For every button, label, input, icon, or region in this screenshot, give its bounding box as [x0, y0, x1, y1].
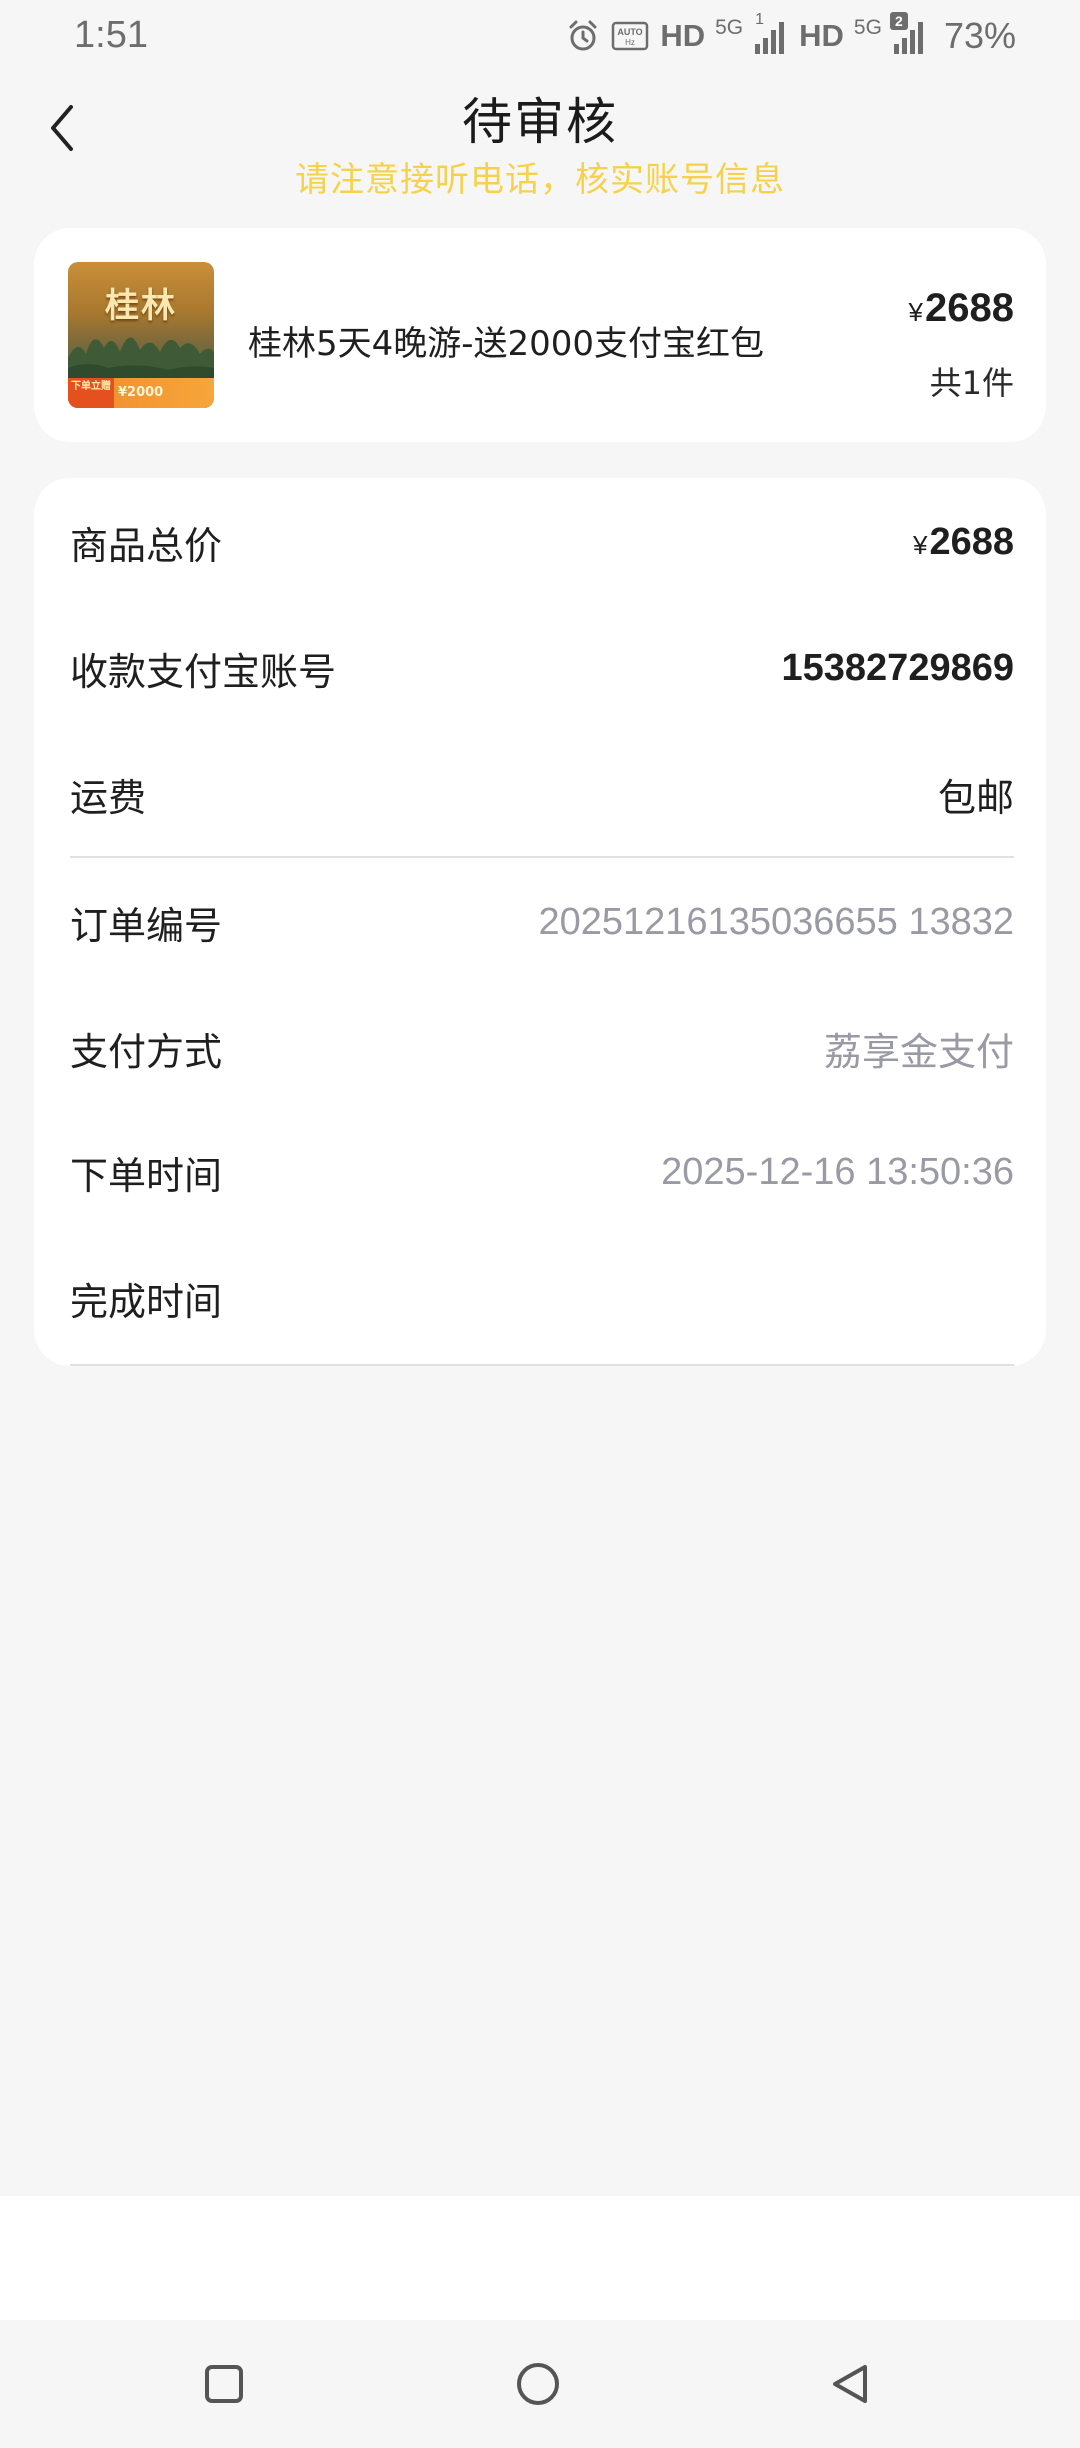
home-button[interactable]: [504, 2350, 572, 2418]
shipping-label: 运费: [70, 775, 147, 820]
price-value: 2688: [925, 286, 1014, 330]
triangle-back-icon: [833, 2365, 867, 2403]
system-nav-bar: [0, 2320, 1080, 2448]
alipay-account-value[interactable]: 15382729869: [782, 647, 1014, 690]
page-title: 待审核: [462, 93, 618, 151]
product-price: ¥2688: [909, 286, 1014, 331]
status-icons: AUTO Hz HD 5G 1 HD 5G 2 73%: [566, 10, 1016, 62]
shipping-row: 运费 包邮: [70, 754, 1014, 834]
payment-method-value: 荔享金支付: [823, 1029, 1014, 1074]
thumbnail-tag: 下单立赠: [68, 378, 114, 408]
payment-method-label: 支付方式: [70, 1029, 223, 1074]
alipay-account-row: 收款支付宝账号 15382729869: [70, 628, 1014, 708]
svg-text:Hz: Hz: [625, 38, 635, 47]
total-price-row: 商品总价 ¥2688: [70, 502, 1014, 582]
alarm-icon: [566, 19, 600, 53]
finish-time-row: 完成时间: [70, 1258, 1014, 1338]
thumbnail-amount: ¥2000: [118, 385, 164, 400]
order-number-row: 订单编号 20251216135036655 13832: [70, 882, 1014, 962]
signal-icon: 2: [889, 12, 928, 56]
order-time-label: 下单时间: [70, 1153, 223, 1198]
signal-icon: 1: [753, 12, 789, 56]
product-name: 桂林5天4晚游-送2000支付宝红包: [248, 324, 765, 364]
product-thumbnail: 桂林 下单立赠 ¥2000: [68, 262, 214, 408]
page-subtitle: 请注意接听电话，核实账号信息: [295, 160, 785, 200]
network-type-2: 5G: [853, 15, 882, 39]
order-time-row: 下单时间 2025-12-16 13:50:36: [70, 1132, 1014, 1212]
status-bar: 1:51 AUTO Hz HD 5G 1 HD 5G 2 73%: [0, 0, 1080, 72]
payment-method-row: 支付方式 荔享金支付: [70, 1008, 1014, 1088]
svg-text:AUTO: AUTO: [618, 27, 643, 37]
order-time-value: 2025-12-16 13:50:36: [661, 1150, 1014, 1193]
bottom-action-area: [0, 2196, 1080, 2320]
total-price-value: ¥2688: [912, 520, 1014, 563]
recent-apps-button[interactable]: [190, 2350, 258, 2418]
order-number-label: 订单编号: [70, 903, 223, 948]
finish-time-label: 完成时间: [70, 1279, 223, 1324]
status-time: 1:51: [74, 14, 148, 56]
order-detail-card: 商品总价 ¥2688 收款支付宝账号 15382729869 运费 包邮 订单编…: [34, 478, 1046, 1366]
total-price-label: 商品总价: [70, 523, 223, 568]
currency-symbol: ¥: [912, 529, 928, 560]
square-icon: [205, 2365, 243, 2403]
auto-hz-icon: AUTO Hz: [610, 19, 650, 53]
battery-percent: 73%: [943, 15, 1016, 56]
shipping-value: 包邮: [937, 775, 1014, 820]
hd-indicator-1: HD: [660, 18, 706, 53]
product-card[interactable]: 桂林 下单立赠 ¥2000 桂林5天4晚游-送2000支付宝红包 ¥2688 共…: [34, 228, 1046, 442]
order-number-value[interactable]: 20251216135036655 13832: [538, 901, 1014, 944]
page-header: 待审核 请注意接听电话，核实账号信息: [0, 72, 1080, 200]
divider: [70, 1364, 1014, 1366]
product-quantity: 共1件: [929, 364, 1014, 402]
back-nav-button[interactable]: [816, 2350, 884, 2418]
network-type-1: 5G: [715, 15, 744, 39]
circle-icon: [517, 2363, 559, 2405]
thumbnail-promo-band: 下单立赠 ¥2000: [68, 378, 214, 408]
alipay-account-label: 收款支付宝账号: [70, 649, 337, 694]
mountains-image: [68, 337, 214, 378]
currency-symbol: ¥: [908, 297, 924, 327]
divider: [70, 856, 1014, 858]
hd-indicator-2: HD: [799, 18, 844, 53]
